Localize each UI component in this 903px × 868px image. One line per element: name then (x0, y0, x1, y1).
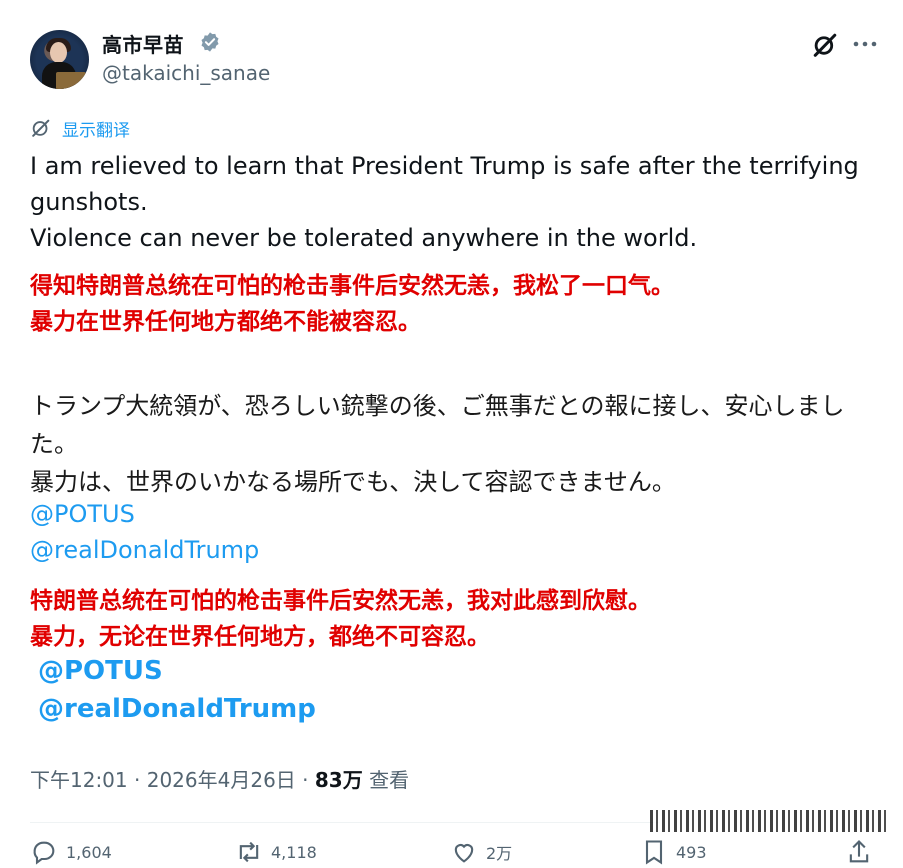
repost-icon (239, 841, 259, 863)
tweet-text-line: 暴力は、世界のいかなる場所でも、決して容認できません。 (30, 468, 676, 496)
views-count: 83万 (314, 768, 363, 792)
bookmark-button[interactable]: 493 (640, 838, 707, 866)
verified-icon (201, 32, 219, 52)
tweet-text-line: I am relieved to learn that President Tr… (30, 152, 859, 216)
views-label: 查看 (362, 768, 410, 792)
reply-count: 1,604 (66, 842, 112, 862)
annotation-line: 暴力在世界任何地方都绝不能被容忍。 (30, 309, 421, 335)
author-handle[interactable]: @takaichi_sanae (102, 61, 270, 85)
divider (30, 822, 660, 823)
tweet-text-japanese: トランプ大統領が、恐ろしい銃撃の後、ご無事だとの報に接し、安心しました。 暴力は… (30, 387, 880, 501)
share-button[interactable] (845, 838, 881, 866)
bookmark-count: 493 (676, 842, 707, 862)
meta-separator: · (295, 768, 315, 792)
more-icon[interactable] (853, 40, 877, 48)
action-bar: 1,604 4,118 2万 493 (30, 838, 880, 868)
annotation-line: 得知特朗普总统在可怕的枪击事件后安然无恙，我松了一口气。 (30, 273, 674, 299)
repost-button[interactable]: 4,118 (235, 838, 317, 866)
tweet-text-line: Violence can never be tolerated anywhere… (30, 224, 698, 252)
like-count: 2万 (486, 844, 513, 863)
meta-separator: · (127, 768, 147, 792)
share-icon (849, 840, 869, 863)
author-display-name[interactable]: 高市早苗 (102, 29, 184, 58)
tweet-text-english: I am relieved to learn that President Tr… (30, 148, 870, 256)
mention-link-realdonaldtrump[interactable]: @realDonaldTrump (30, 532, 259, 568)
tweet-text-line: トランプ大統領が、恐ろしい銃撃の後、ご無事だとの報に接し、安心しました。 (30, 392, 845, 458)
grok-icon[interactable] (812, 32, 838, 58)
chinese-translation-annotation: 得知特朗普总统在可怕的枪击事件后安然无恙，我松了一口气。 暴力在世界任何地方都绝… (30, 268, 674, 340)
tweet-time[interactable]: 下午12:01 (30, 768, 128, 792)
annotation-line: 特朗普总统在可怕的枪击事件后安然无恙，我对此感到欣慰。 (30, 588, 651, 614)
mention-annotation-potus: @POTUS (38, 656, 163, 686)
repost-count: 4,118 (271, 842, 317, 862)
tweet-date[interactable]: 2026年4月26日 (147, 768, 296, 792)
chinese-translation-annotation: 特朗普总统在可怕的枪击事件后安然无恙，我对此感到欣慰。 暴力，无论在世界任何地方… (30, 583, 651, 655)
watermark-overlay (650, 810, 890, 832)
mention-link-potus[interactable]: @POTUS (30, 496, 135, 532)
bookmark-icon (645, 840, 663, 865)
show-translation-label[interactable]: 显示翻译 (62, 116, 130, 141)
like-icon (454, 844, 474, 863)
avatar[interactable] (30, 30, 89, 89)
reply-button[interactable]: 1,604 (30, 838, 112, 866)
translate-icon (32, 119, 50, 137)
annotation-line: 暴力，无论在世界任何地方，都绝不可容忍。 (30, 624, 490, 650)
like-button[interactable]: 2万 (450, 838, 512, 866)
show-translation-button[interactable]: 显示翻译 (30, 116, 130, 141)
mention-annotation-realdonaldtrump: @realDonaldTrump (38, 694, 316, 724)
tweet-meta: 下午12:01 · 2026年4月26日 · 83万 查看 (30, 764, 409, 793)
reply-icon (33, 841, 55, 865)
